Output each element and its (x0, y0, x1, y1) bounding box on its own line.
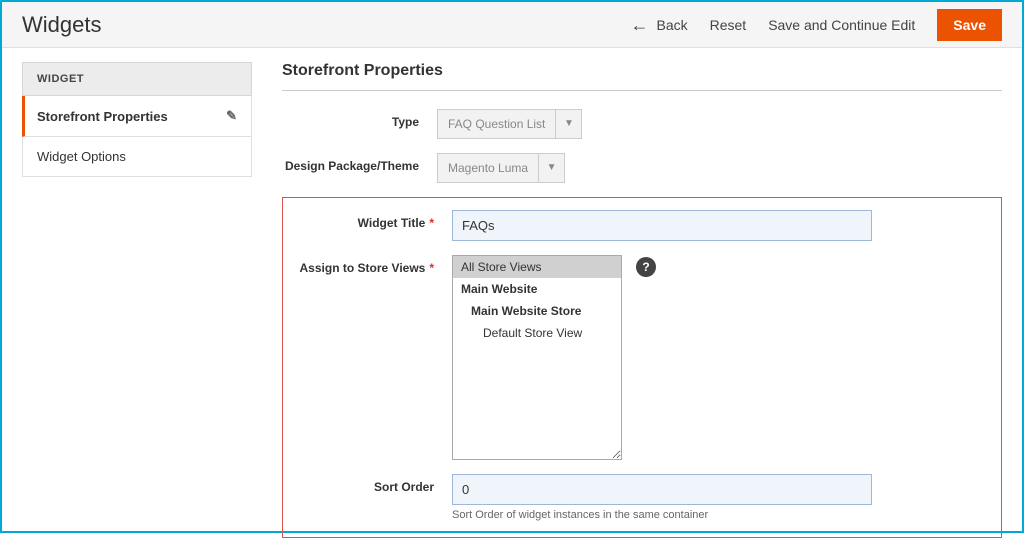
label-widget-title: Widget Title* (297, 210, 452, 232)
help-icon[interactable]: ? (636, 257, 656, 277)
sidebar-heading: WIDGET (22, 62, 252, 96)
store-view-option[interactable]: Default Store View (453, 322, 621, 344)
row-widget-title: Widget Title* (297, 210, 987, 241)
sort-order-input[interactable] (452, 474, 872, 505)
type-select[interactable]: FAQ Question List ▼ (437, 109, 582, 139)
main-content: Storefront Properties Type FAQ Question … (282, 62, 1002, 538)
store-view-option[interactable]: Main Website Store (453, 300, 621, 322)
arrow-left-icon: ← (630, 16, 648, 34)
row-theme: Design Package/Theme Magento Luma ▼ (282, 153, 1002, 183)
section-title: Storefront Properties (282, 62, 1002, 91)
row-sort-order: Sort Order Sort Order of widget instance… (297, 474, 987, 521)
sidebar: WIDGET Storefront Properties ✎ Widget Op… (22, 62, 252, 538)
sidebar-item-label: Widget Options (37, 149, 126, 164)
page-title: Widgets (22, 12, 101, 38)
type-value: FAQ Question List (438, 117, 555, 131)
theme-select[interactable]: Magento Luma ▼ (437, 153, 565, 183)
widget-title-input[interactable] (452, 210, 872, 241)
layout: WIDGET Storefront Properties ✎ Widget Op… (2, 48, 1022, 558)
theme-value: Magento Luma (438, 161, 538, 175)
label-store-views: Assign to Store Views* (297, 255, 452, 277)
back-button[interactable]: ← Back (630, 16, 687, 34)
highlighted-region: Widget Title* Assign to Store Views* All… (282, 197, 1002, 538)
label-sort-order: Sort Order (297, 474, 452, 496)
save-continue-button[interactable]: Save and Continue Edit (768, 17, 915, 33)
header-actions: ← Back Reset Save and Continue Edit Save (630, 9, 1002, 41)
sidebar-item-storefront-properties[interactable]: Storefront Properties ✎ (22, 96, 252, 137)
chevron-down-icon: ▼ (555, 110, 581, 138)
store-view-option[interactable]: All Store Views (453, 256, 621, 278)
label-type: Type (282, 109, 437, 131)
reset-button[interactable]: Reset (710, 17, 747, 33)
required-asterisk: * (429, 216, 434, 230)
label-theme: Design Package/Theme (282, 153, 437, 175)
store-view-option[interactable]: Main Website (453, 278, 621, 300)
sort-order-helper: Sort Order of widget instances in the sa… (452, 509, 987, 521)
pencil-icon: ✎ (226, 108, 237, 124)
save-button[interactable]: Save (937, 9, 1002, 41)
sidebar-item-label: Storefront Properties (37, 109, 168, 124)
chevron-down-icon: ▼ (538, 154, 564, 182)
back-label: Back (656, 17, 687, 33)
required-asterisk: * (429, 261, 434, 275)
sidebar-item-widget-options[interactable]: Widget Options (22, 137, 252, 177)
page-header: Widgets ← Back Reset Save and Continue E… (2, 2, 1022, 48)
row-type: Type FAQ Question List ▼ (282, 109, 1002, 139)
store-views-multiselect[interactable]: All Store Views Main Website Main Websit… (452, 255, 622, 460)
row-store-views: Assign to Store Views* All Store Views M… (297, 255, 987, 460)
